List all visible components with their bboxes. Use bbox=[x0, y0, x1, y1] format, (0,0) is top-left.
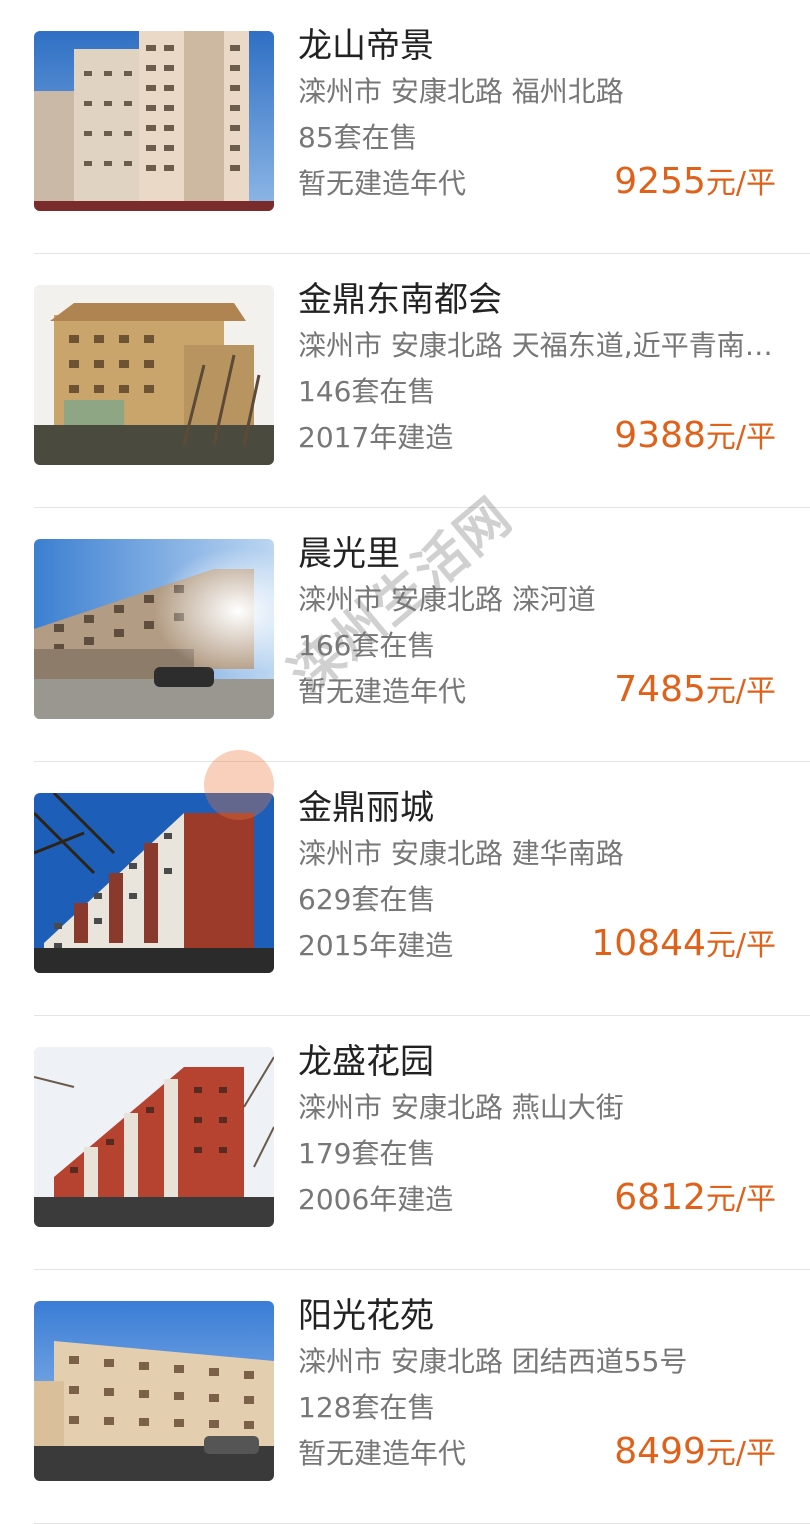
community-photo bbox=[34, 793, 274, 973]
community-photo bbox=[34, 31, 274, 211]
community-name: 晨光里 bbox=[298, 534, 400, 574]
year-price-row: 2015年建造 10844元/平 bbox=[298, 923, 776, 966]
community-name: 龙盛花园 bbox=[298, 1042, 434, 1082]
build-year: 2015年建造 bbox=[298, 929, 454, 962]
unit-price: 7485元/平 bbox=[614, 668, 776, 714]
build-year: 2006年建造 bbox=[298, 1183, 454, 1216]
community-address: 滦州市 安康北路 天福东道,近平青南… bbox=[298, 329, 773, 362]
community-photo bbox=[34, 285, 274, 465]
listing-info: 龙山帝景 滦州市 安康北路 福州北路 85套在售 暂无建造年代 9255元/平 bbox=[298, 24, 776, 204]
price-number: 9255 bbox=[614, 161, 706, 202]
listing-info: 金鼎东南都会 滦州市 安康北路 天福东道,近平青南… 146套在售 2017年建… bbox=[298, 278, 776, 458]
price-unit: 元/平 bbox=[705, 674, 776, 709]
price-number: 6812 bbox=[614, 1177, 706, 1218]
on-sale-count: 166套在售 bbox=[298, 629, 436, 662]
community-address: 滦州市 安康北路 福州北路 bbox=[298, 75, 624, 108]
year-price-row: 暂无建造年代 7485元/平 bbox=[298, 669, 776, 712]
on-sale-count: 179套在售 bbox=[298, 1137, 436, 1170]
unit-price: 9255元/平 bbox=[614, 160, 776, 206]
community-photo bbox=[34, 539, 274, 719]
year-price-row: 暂无建造年代 8499元/平 bbox=[298, 1431, 776, 1474]
year-price-row: 2017年建造 9388元/平 bbox=[298, 415, 776, 458]
community-address: 滦州市 安康北路 团结西道55号 bbox=[298, 1345, 688, 1378]
community-list: 龙山帝景 滦州市 安康北路 福州北路 85套在售 暂无建造年代 9255元/平 bbox=[0, 0, 810, 1524]
community-address: 滦州市 安康北路 建华南路 bbox=[298, 837, 624, 870]
community-name: 金鼎丽城 bbox=[298, 788, 434, 828]
on-sale-count: 146套在售 bbox=[298, 375, 436, 408]
build-year: 暂无建造年代 bbox=[298, 675, 467, 708]
community-address: 滦州市 安康北路 滦河道 bbox=[298, 583, 596, 616]
on-sale-count: 128套在售 bbox=[298, 1391, 436, 1424]
build-year: 2017年建造 bbox=[298, 421, 454, 454]
community-name: 阳光花苑 bbox=[298, 1296, 434, 1336]
build-year: 暂无建造年代 bbox=[298, 1437, 467, 1470]
price-unit: 元/平 bbox=[705, 420, 776, 455]
price-unit: 元/平 bbox=[705, 1182, 776, 1217]
unit-price: 8499元/平 bbox=[614, 1430, 776, 1476]
price-unit: 元/平 bbox=[705, 1436, 776, 1471]
list-item[interactable]: 金鼎丽城 滦州市 安康北路 建华南路 629套在售 2015年建造 10844元… bbox=[0, 762, 810, 1016]
price-number: 9388 bbox=[614, 415, 706, 456]
listing-info: 晨光里 滦州市 安康北路 滦河道 166套在售 暂无建造年代 7485元/平 bbox=[298, 532, 776, 712]
list-item[interactable]: 阳光花苑 滦州市 安康北路 团结西道55号 128套在售 暂无建造年代 8499… bbox=[0, 1270, 810, 1524]
price-number: 8499 bbox=[614, 1431, 706, 1472]
community-photo bbox=[34, 1047, 274, 1227]
unit-price: 6812元/平 bbox=[614, 1176, 776, 1222]
build-year: 暂无建造年代 bbox=[298, 167, 467, 200]
community-address: 滦州市 安康北路 燕山大街 bbox=[298, 1091, 624, 1124]
price-number: 7485 bbox=[614, 669, 706, 710]
list-item[interactable]: 金鼎东南都会 滦州市 安康北路 天福东道,近平青南… 146套在售 2017年建… bbox=[0, 254, 810, 508]
unit-price: 10844元/平 bbox=[591, 922, 776, 968]
listing-info: 阳光花苑 滦州市 安康北路 团结西道55号 128套在售 暂无建造年代 8499… bbox=[298, 1294, 776, 1474]
price-number: 10844 bbox=[591, 923, 706, 964]
listing-info: 金鼎丽城 滦州市 安康北路 建华南路 629套在售 2015年建造 10844元… bbox=[298, 786, 776, 966]
year-price-row: 暂无建造年代 9255元/平 bbox=[298, 161, 776, 204]
community-name: 龙山帝景 bbox=[298, 26, 434, 66]
list-item[interactable]: 龙山帝景 滦州市 安康北路 福州北路 85套在售 暂无建造年代 9255元/平 bbox=[0, 0, 810, 254]
list-item[interactable]: 晨光里 滦州市 安康北路 滦河道 166套在售 暂无建造年代 7485元/平 bbox=[0, 508, 810, 762]
on-sale-count: 629套在售 bbox=[298, 883, 436, 916]
community-name: 金鼎东南都会 bbox=[298, 280, 502, 320]
unit-price: 9388元/平 bbox=[614, 414, 776, 460]
on-sale-count: 85套在售 bbox=[298, 121, 418, 154]
price-unit: 元/平 bbox=[705, 928, 776, 963]
community-photo bbox=[34, 1301, 274, 1481]
price-unit: 元/平 bbox=[705, 166, 776, 201]
listing-info: 龙盛花园 滦州市 安康北路 燕山大街 179套在售 2006年建造 6812元/… bbox=[298, 1040, 776, 1220]
list-item[interactable]: 龙盛花园 滦州市 安康北路 燕山大街 179套在售 2006年建造 6812元/… bbox=[0, 1016, 810, 1270]
year-price-row: 2006年建造 6812元/平 bbox=[298, 1177, 776, 1220]
